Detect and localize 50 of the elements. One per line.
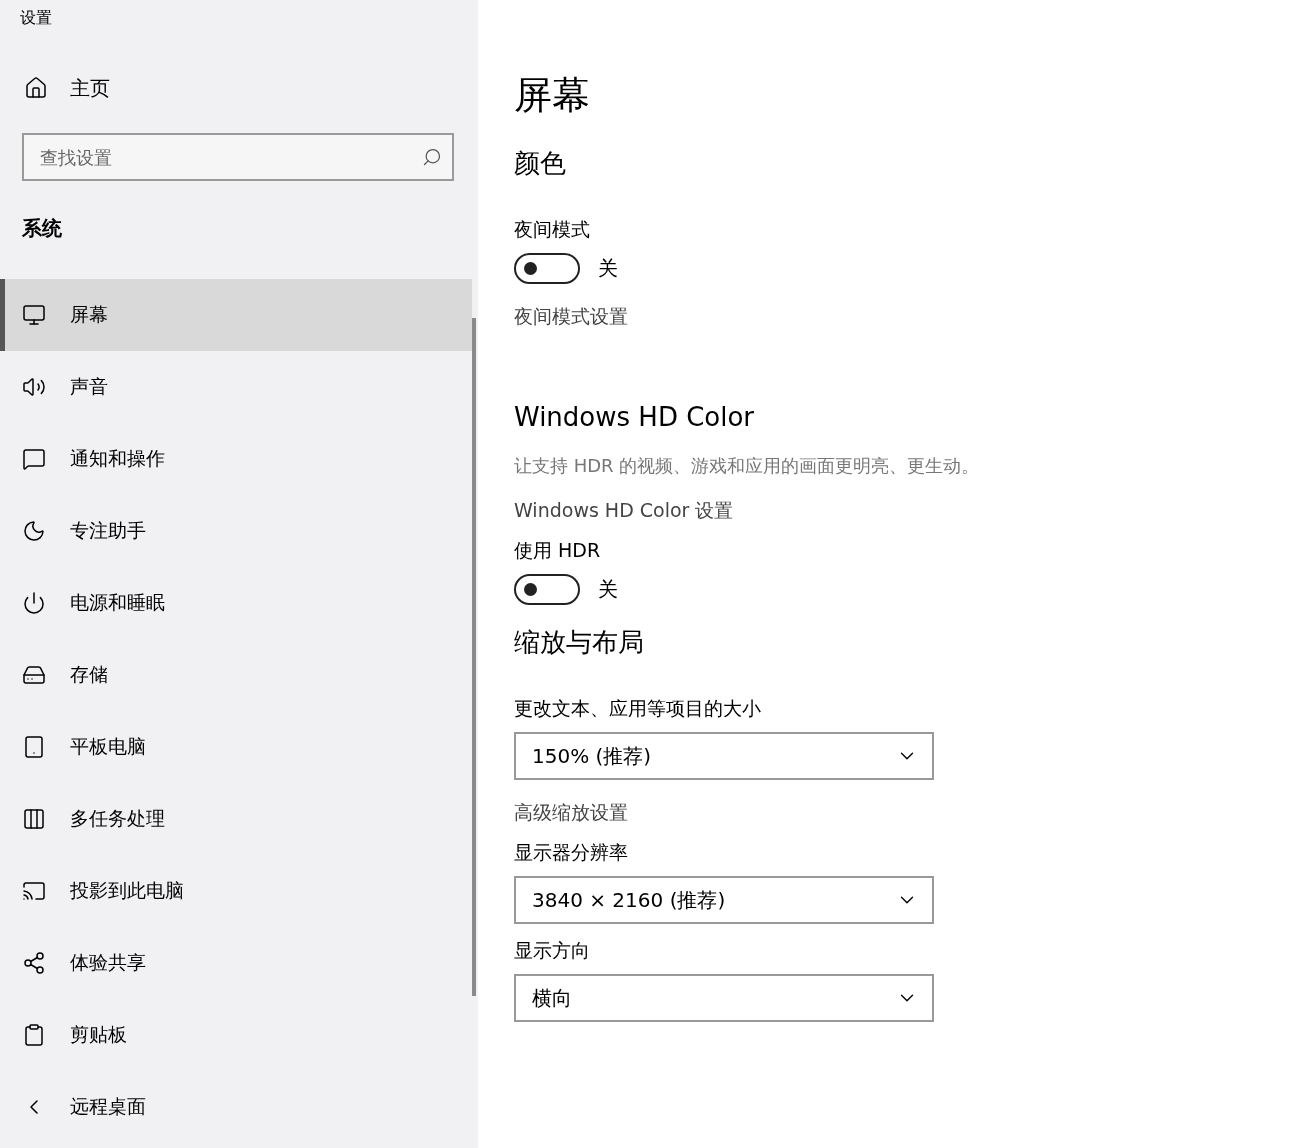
toggle-state: 关: [598, 255, 618, 282]
window-title: 设置: [19, 7, 53, 29]
toggle-switch[interactable]: [514, 253, 580, 284]
dropdown[interactable]: 横向: [514, 974, 934, 1022]
nav-icon: [22, 447, 46, 471]
setting-label: 夜间模式: [514, 217, 590, 242]
nav-icon: [22, 951, 46, 975]
search-field[interactable]: 查找设置: [22, 133, 454, 181]
setting-label: 使用 HDR: [514, 538, 601, 563]
settings-link[interactable]: 夜间模式设置: [514, 304, 628, 330]
nav-icon: [22, 735, 46, 759]
home-nav-item[interactable]: 主页: [0, 63, 478, 113]
setting-label: 显示器分辨率: [514, 840, 628, 865]
nav-icon: [22, 375, 46, 399]
toggle-switch[interactable]: [514, 574, 580, 605]
settings-link[interactable]: Windows HD Color 设置: [514, 498, 734, 524]
nav-icon: [22, 1023, 46, 1047]
sidebar-item[interactable]: 声音: [0, 351, 472, 423]
scrollbar[interactable]: [472, 318, 476, 996]
section-heading: 颜色: [514, 147, 566, 180]
search-icon: [422, 147, 442, 167]
dropdown[interactable]: 150% (推荐): [514, 732, 934, 780]
dropdown[interactable]: 3840 × 2160 (推荐): [514, 876, 934, 924]
nav-icon: [22, 303, 46, 327]
nav-icon: [22, 663, 46, 687]
sidebar-item[interactable]: 屏幕: [0, 279, 472, 351]
nav-icon: [22, 807, 46, 831]
setting-label: 显示方向: [514, 938, 590, 963]
section-heading: 缩放与布局: [514, 626, 644, 659]
nav-icon: [22, 879, 46, 903]
sidebar-item[interactable]: 专注助手: [0, 495, 472, 567]
nav-icon: [22, 591, 46, 615]
setting-label: 更改文本、应用等项目的大小: [514, 696, 761, 721]
group-heading: 系统: [21, 215, 63, 242]
home-icon: [24, 76, 48, 100]
sidebar-item[interactable]: 投影到此电脑: [0, 855, 472, 927]
sidebar-item[interactable]: 远程桌面: [0, 1071, 472, 1143]
sidebar-item[interactable]: 多任务处理: [0, 783, 472, 855]
sidebar-item[interactable]: 存储: [0, 639, 472, 711]
settings-link[interactable]: 高级缩放设置: [514, 800, 628, 826]
page-title: 屏幕: [514, 72, 590, 119]
sidebar-item[interactable]: 通知和操作: [0, 423, 472, 495]
toggle-state: 关: [598, 576, 618, 603]
description-text: 让支持 HDR 的视频、游戏和应用的画面更明亮、更生动。: [514, 454, 980, 478]
section-heading: Windows HD Color: [514, 402, 755, 432]
sidebar-item[interactable]: 平板电脑: [0, 711, 472, 783]
sidebar-item[interactable]: 体验共享: [0, 927, 472, 999]
sidebar-item[interactable]: 电源和睡眠: [0, 567, 472, 639]
nav-icon: [22, 519, 46, 543]
sidebar-item[interactable]: 剪贴板: [0, 999, 472, 1071]
